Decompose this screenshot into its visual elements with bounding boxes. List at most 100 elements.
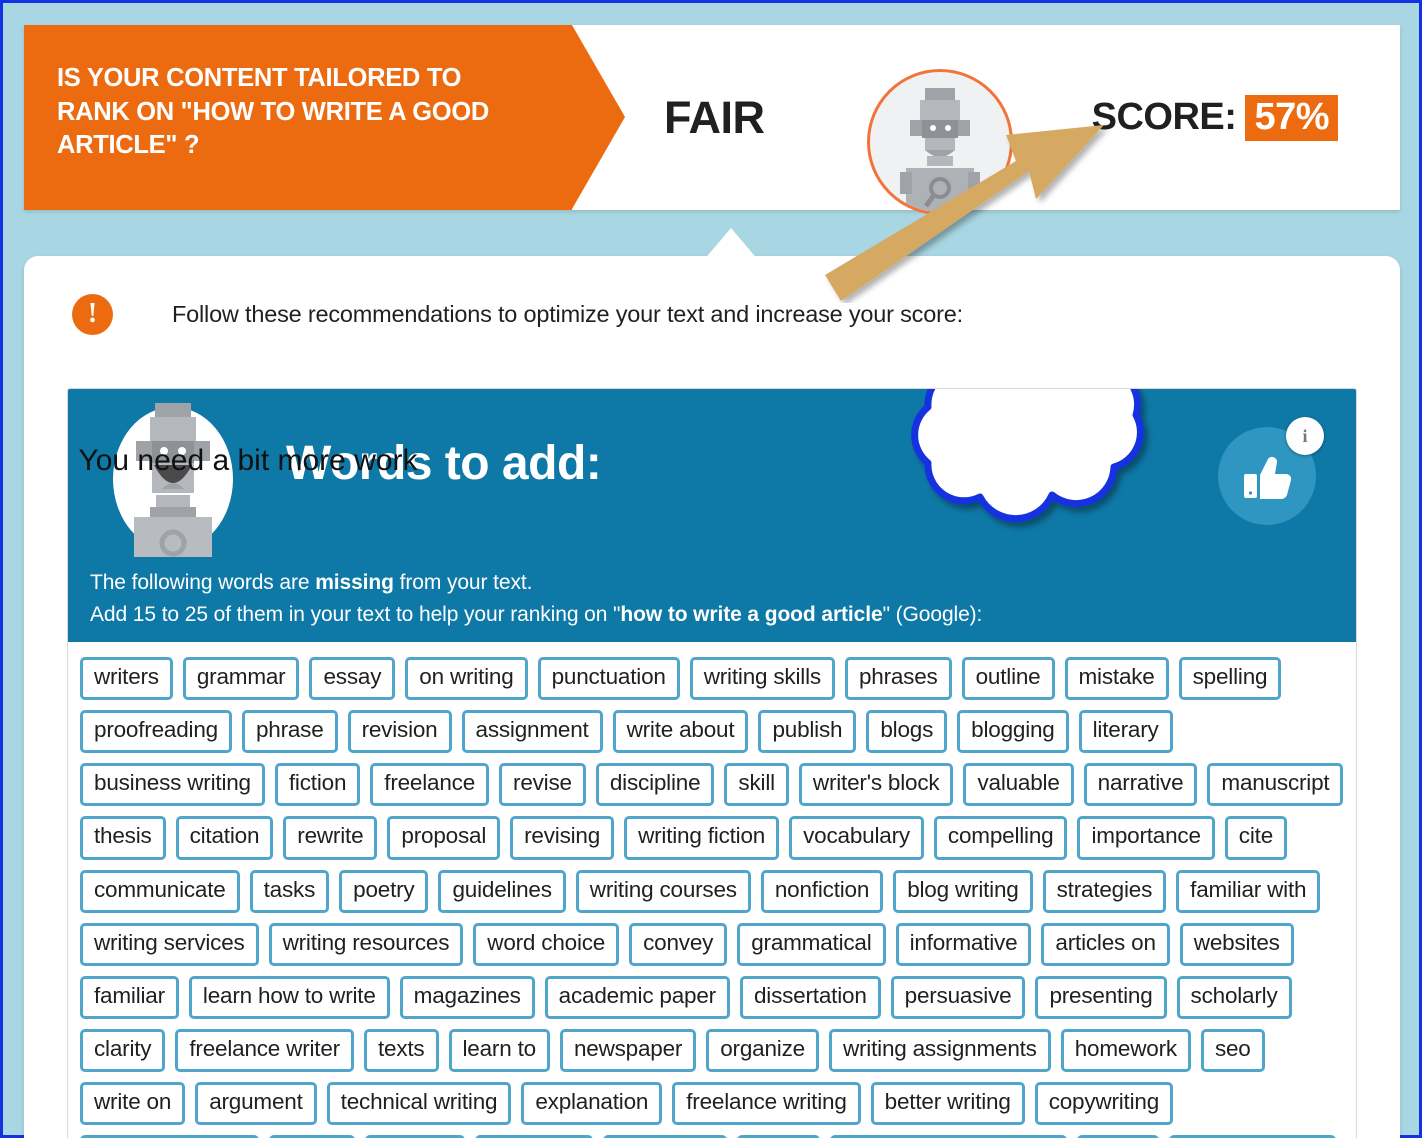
score-display: SCORE: 57%: [1092, 25, 1338, 210]
score-label: SCORE:: [1091, 96, 1237, 138]
word-tag[interactable]: explanation: [521, 1082, 663, 1126]
word-tag[interactable]: word choice: [473, 922, 620, 966]
word-tag[interactable]: better writing: [870, 1082, 1025, 1126]
word-tag[interactable]: homework: [1060, 1028, 1191, 1072]
word-tag[interactable]: writing fiction: [624, 816, 780, 860]
word-tag-row: writing services writing resources word ch…: [80, 922, 1344, 966]
word-tag[interactable]: dissertation: [739, 975, 881, 1019]
word-tag[interactable]: familiar with: [1176, 869, 1321, 913]
word-tag[interactable]: technical writing: [326, 1082, 512, 1126]
word-tag[interactable]: blogging: [957, 710, 1069, 754]
desc-keyword: how to write a good article: [620, 602, 883, 626]
word-tag[interactable]: academic paper: [544, 975, 730, 1019]
word-tag[interactable]: proofreading: [80, 710, 232, 754]
word-tag[interactable]: persuasive: [890, 975, 1026, 1019]
word-tag[interactable]: writing assignments: [828, 1028, 1051, 1072]
word-tag[interactable]: skill: [724, 763, 789, 807]
word-tag[interactable]: familiar: [80, 975, 179, 1019]
word-tag[interactable]: writing courses: [575, 869, 751, 913]
word-tag[interactable]: compelling: [933, 816, 1068, 860]
word-tag[interactable]: convey: [629, 922, 728, 966]
word-tag[interactable]: narrative: [1083, 763, 1198, 807]
word-tag[interactable]: phrases: [844, 657, 952, 701]
word-tag[interactable]: fiction: [274, 763, 361, 807]
word-tag[interactable]: writing skills: [689, 657, 835, 701]
desc-text: The following words are: [90, 571, 316, 594]
word-tag[interactable]: informative: [895, 922, 1032, 966]
word-tag[interactable]: assignment: [461, 710, 603, 754]
word-tag-row: communicate tasks poetry guidelines writing …: [80, 869, 1344, 913]
word-tag[interactable]: seo: [1200, 1028, 1265, 1072]
word-tag[interactable]: thesis: [80, 816, 166, 860]
word-tag[interactable]: poetry: [339, 869, 429, 913]
word-tag[interactable]: literary: [1078, 710, 1173, 754]
card-description-line-1: The following words are missing from you…: [90, 567, 982, 599]
word-tag[interactable]: grammar: [182, 657, 300, 701]
word-tag[interactable]: strategies: [1042, 869, 1167, 913]
recommendation-text: Follow these recommendations to optimize…: [172, 300, 963, 327]
word-tag[interactable]: business writing: [80, 763, 265, 807]
word-tag[interactable]: revision: [347, 710, 452, 754]
word-tag[interactable]: outline: [961, 657, 1055, 701]
word-tag[interactable]: phrase: [241, 710, 338, 754]
word-tag[interactable]: clarity: [80, 1028, 166, 1072]
word-tag[interactable]: scholarly: [1176, 975, 1292, 1019]
word-tag[interactable]: revise: [499, 763, 586, 807]
word-tag[interactable]: write on: [80, 1082, 186, 1126]
word-tag[interactable]: freelance writer: [175, 1028, 354, 1072]
word-tag[interactable]: tasks: [249, 869, 330, 913]
word-tag[interactable]: organize: [706, 1028, 819, 1072]
word-tag[interactable]: publish: [758, 710, 857, 754]
word-tag[interactable]: valuable: [963, 763, 1074, 807]
word-tag-row: proofreading phrase revision assignment writ…: [80, 710, 1344, 754]
word-tag[interactable]: manuscript: [1207, 763, 1344, 807]
word-tag[interactable]: writer's block: [798, 763, 954, 807]
word-tag[interactable]: proposal: [387, 816, 501, 860]
word-tag[interactable]: vocabulary: [789, 816, 924, 860]
thumbs-up-button[interactable]: i: [1218, 417, 1324, 525]
word-tag[interactable]: guidelines: [438, 869, 566, 913]
word-tag[interactable]: blogs: [866, 710, 948, 754]
robot-avatar-circle: [867, 69, 1013, 215]
word-tag[interactable]: blog writing: [893, 869, 1033, 913]
word-tag[interactable]: newspaper: [559, 1028, 697, 1072]
word-tag[interactable]: websites: [1179, 922, 1294, 966]
panel-notch: [703, 228, 759, 261]
word-tag[interactable]: presenting: [1035, 975, 1167, 1019]
word-tag[interactable]: argument: [195, 1082, 317, 1126]
word-tag[interactable]: grammatical: [737, 922, 886, 966]
word-tag[interactable]: freelance writing: [672, 1082, 861, 1126]
robot-avatar-icon: [113, 403, 233, 557]
word-tag[interactable]: punctuation: [537, 657, 680, 701]
word-tag[interactable]: articles on: [1041, 922, 1170, 966]
exclamation-icon: !: [72, 293, 113, 335]
word-tag[interactable]: copywriting: [1034, 1082, 1174, 1126]
word-tag[interactable]: write about: [612, 710, 749, 754]
word-tag[interactable]: rewrite: [283, 816, 378, 860]
card-robot-avatar: [98, 397, 248, 557]
word-tag[interactable]: writing resources: [268, 922, 464, 966]
word-tag[interactable]: learn how to write: [188, 975, 390, 1019]
word-tag[interactable]: on writing: [405, 657, 528, 701]
word-tag[interactable]: citation: [175, 816, 274, 860]
word-tag[interactable]: revising: [510, 816, 615, 860]
word-tag[interactable]: mistake: [1064, 657, 1169, 701]
word-tag-row: business writing fiction freelance revise di…: [80, 763, 1344, 807]
speech-bubble: [911, 389, 1144, 523]
word-tag[interactable]: magazines: [399, 975, 535, 1019]
word-tag[interactable]: texts: [363, 1028, 439, 1072]
word-tag[interactable]: spelling: [1178, 657, 1282, 701]
robot-avatar: [867, 69, 1017, 216]
word-tag[interactable]: essay: [309, 657, 396, 701]
word-tag[interactable]: freelance: [370, 763, 490, 807]
word-tag[interactable]: learn to: [448, 1028, 550, 1072]
info-icon[interactable]: i: [1286, 417, 1324, 455]
word-tag[interactable]: cite: [1224, 816, 1288, 860]
rating-label: FAIR: [664, 91, 765, 143]
word-tag[interactable]: writers: [80, 657, 173, 701]
word-tag[interactable]: importance: [1077, 816, 1215, 860]
word-tag[interactable]: discipline: [595, 763, 715, 807]
word-tag[interactable]: nonfiction: [760, 869, 884, 913]
word-tag[interactable]: writing services: [80, 922, 259, 966]
word-tag[interactable]: communicate: [80, 869, 240, 913]
